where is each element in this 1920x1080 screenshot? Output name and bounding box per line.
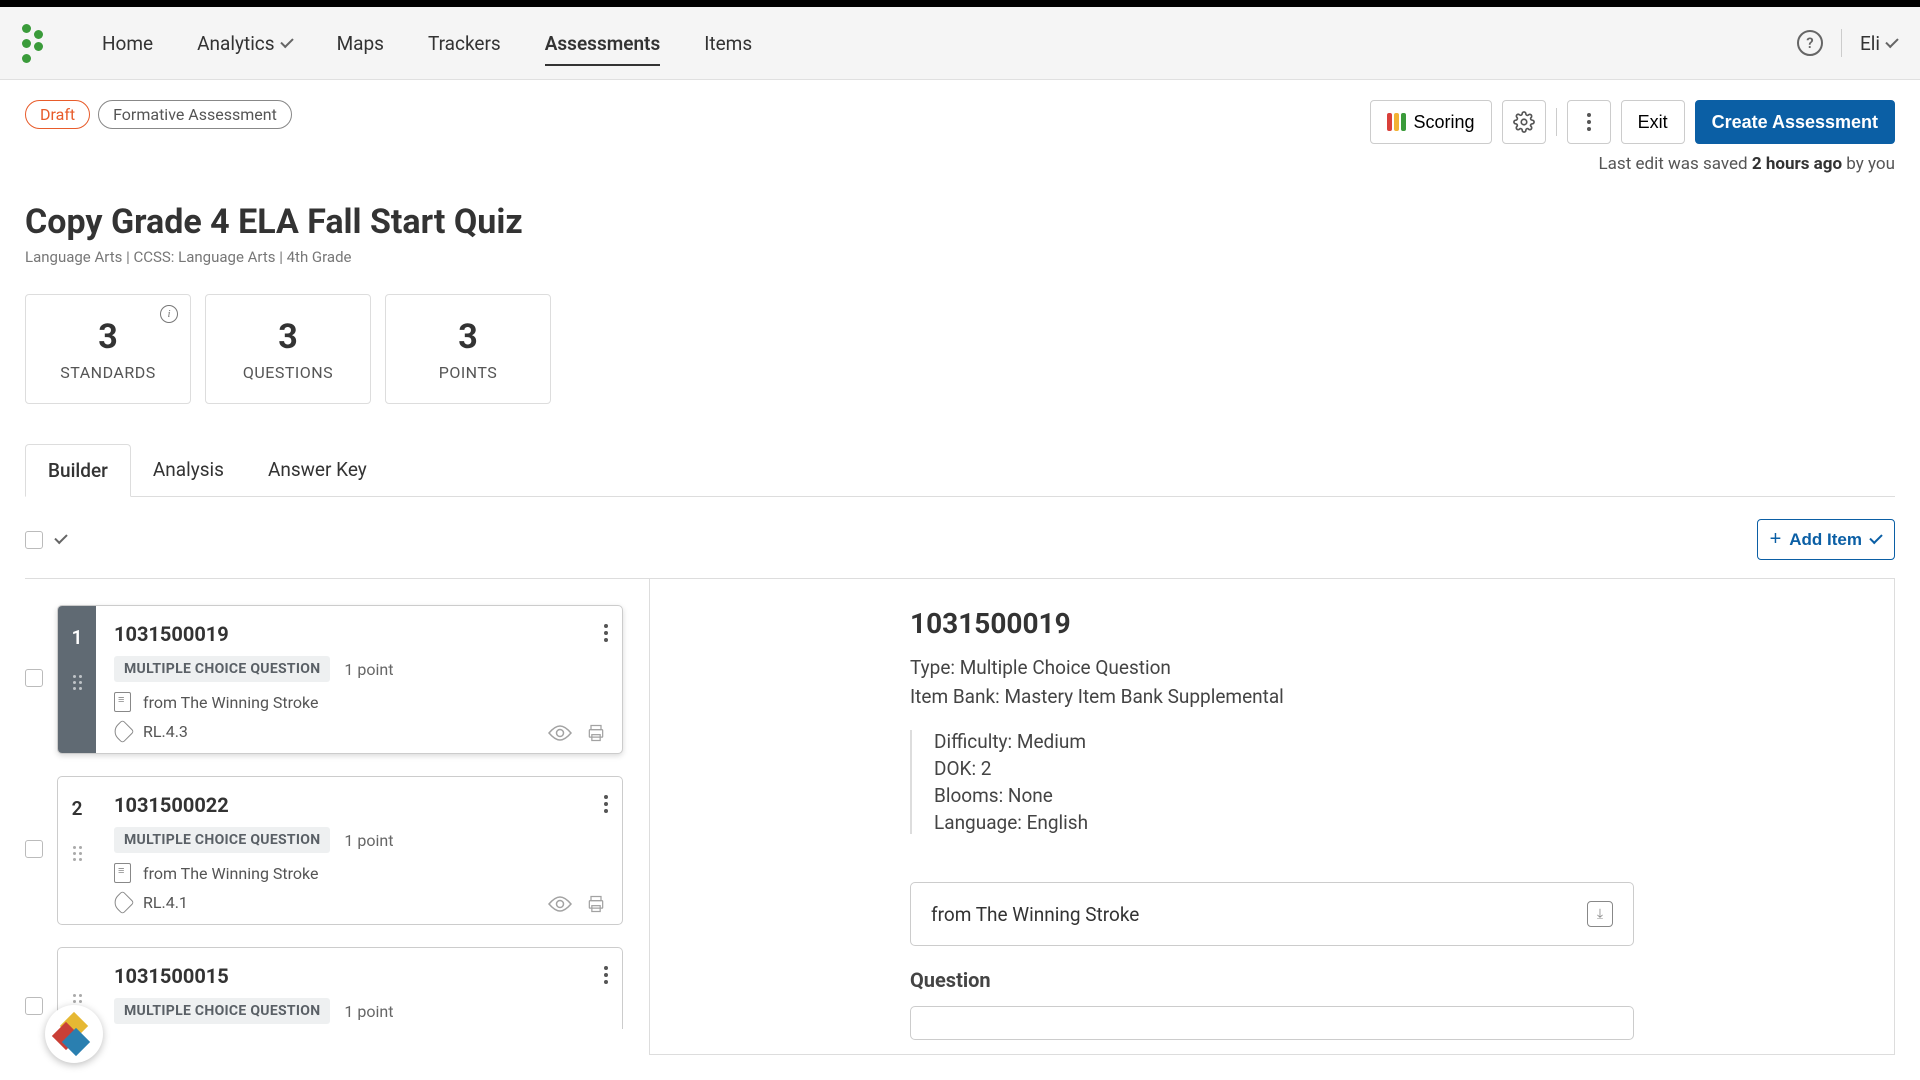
- passage-title: from The Winning Stroke: [931, 903, 1139, 926]
- points-value: 3: [458, 317, 478, 357]
- tab-builder[interactable]: Builder: [25, 444, 131, 497]
- tab-analysis[interactable]: Analysis: [131, 444, 246, 496]
- detail-dok: DOK: 2: [934, 757, 1634, 780]
- tag-icon: [110, 719, 134, 743]
- item-points: 1 point: [344, 1002, 393, 1021]
- item-checkbox[interactable]: [25, 840, 43, 858]
- item-id: 1031500015: [114, 964, 604, 988]
- item-card[interactable]: 1 1031500019 MULTIPLE CHOICE QUESTION 1 …: [57, 605, 623, 754]
- item-checkbox[interactable]: [25, 997, 43, 1015]
- item-card[interactable]: 2 1031500022 MULTIPLE CHOICE QUESTION 1 …: [57, 776, 623, 925]
- item-type-pill: MULTIPLE CHOICE QUESTION: [114, 827, 330, 853]
- nav-maps[interactable]: Maps: [315, 7, 406, 80]
- questions-card[interactable]: 3 QUESTIONS: [205, 294, 371, 404]
- nav-assessments[interactable]: Assessments: [523, 7, 682, 80]
- detail-blooms: Blooms: None: [934, 784, 1634, 807]
- nav-analytics-label: Analytics: [197, 32, 274, 55]
- item-list: 1 1031500019 MULTIPLE CHOICE QUESTION 1 …: [25, 579, 650, 1055]
- create-assessment-button[interactable]: Create Assessment: [1695, 100, 1895, 144]
- info-icon[interactable]: i: [160, 305, 178, 323]
- draft-badge: Draft: [25, 100, 90, 129]
- passage-box[interactable]: from The Winning Stroke ⤓: [910, 882, 1634, 946]
- item-menu-button[interactable]: [604, 624, 608, 642]
- standards-value: 3: [98, 317, 118, 357]
- scoring-label: Scoring: [1414, 112, 1475, 133]
- plus-icon: +: [1770, 528, 1782, 551]
- tag-icon: [110, 890, 134, 914]
- divider: [1841, 29, 1842, 57]
- scoring-bars-icon: [1387, 113, 1406, 131]
- item-standard: RL.4.1: [143, 893, 188, 912]
- top-nav: Home Analytics Maps Trackers Assessments…: [0, 7, 1920, 80]
- add-item-label: Add Item: [1789, 530, 1862, 550]
- preview-icon[interactable]: [548, 894, 572, 914]
- detail-id: 1031500019: [910, 607, 1634, 640]
- item-points: 1 point: [344, 660, 393, 679]
- questions-value: 3: [278, 317, 298, 357]
- item-points: 1 point: [344, 831, 393, 850]
- drag-handle-icon[interactable]: [73, 675, 82, 690]
- select-all-checkbox[interactable]: [25, 531, 43, 549]
- question-heading: Question: [910, 968, 1634, 992]
- nav-trackers[interactable]: Trackers: [406, 7, 523, 80]
- more-actions-button[interactable]: [1567, 100, 1611, 144]
- item-standard: RL.4.3: [143, 722, 188, 741]
- item-passage: from The Winning Stroke: [143, 693, 318, 712]
- item-checkbox[interactable]: [25, 669, 43, 687]
- item-menu-button[interactable]: [604, 966, 608, 984]
- standards-label: STANDARDS: [60, 363, 155, 382]
- item-id: 1031500022: [114, 793, 604, 817]
- detail-bank: Item Bank: Mastery Item Bank Supplementa…: [910, 685, 1634, 708]
- detail-type: Type: Multiple Choice Question: [910, 656, 1634, 679]
- page-title: Copy Grade 4 ELA Fall Start Quiz: [25, 202, 1895, 242]
- divider: [1556, 108, 1557, 136]
- item-card[interactable]: 1031500015 MULTIPLE CHOICE QUESTION 1 po…: [57, 947, 623, 1029]
- assessment-type-badge: Formative Assessment: [98, 100, 292, 129]
- chevron-down-icon: [1885, 34, 1898, 47]
- detail-language: Language: English: [934, 811, 1634, 834]
- points-label: POINTS: [439, 363, 498, 382]
- floating-help-widget[interactable]: [45, 1005, 103, 1063]
- exit-button[interactable]: Exit: [1621, 100, 1685, 144]
- item-menu-button[interactable]: [604, 795, 608, 813]
- questions-label: QUESTIONS: [243, 363, 333, 382]
- help-icon[interactable]: ?: [1797, 30, 1823, 56]
- user-menu[interactable]: Eli: [1860, 32, 1898, 55]
- print-icon[interactable]: [584, 894, 608, 914]
- nav-items[interactable]: Items: [682, 7, 774, 80]
- detail-difficulty: Difficulty: Medium: [934, 730, 1634, 753]
- item-id: 1031500019: [114, 622, 604, 646]
- expand-icon[interactable]: ⤓: [1587, 901, 1613, 927]
- add-item-button[interactable]: + Add Item: [1757, 519, 1895, 560]
- points-card[interactable]: 3 POINTS: [385, 294, 551, 404]
- user-name: Eli: [1860, 32, 1880, 55]
- item-type-pill: MULTIPLE CHOICE QUESTION: [114, 998, 330, 1024]
- last-edit-text: Last edit was saved 2 hours ago by you: [1370, 154, 1895, 174]
- gear-icon: [1513, 111, 1535, 133]
- nav-analytics[interactable]: Analytics: [175, 7, 314, 80]
- kebab-icon: [1587, 113, 1591, 131]
- drag-handle-icon[interactable]: [73, 846, 82, 861]
- item-detail-panel: 1031500019 Type: Multiple Choice Questio…: [650, 579, 1895, 1055]
- preview-icon[interactable]: [548, 723, 572, 743]
- print-icon[interactable]: [584, 723, 608, 743]
- chevron-down-icon: [1869, 531, 1882, 544]
- question-box: [910, 1006, 1634, 1040]
- scoring-button[interactable]: Scoring: [1370, 100, 1492, 144]
- item-number: 1: [58, 606, 96, 753]
- item-type-pill: MULTIPLE CHOICE QUESTION: [114, 656, 330, 682]
- page-meta: Language Arts | CCSS: Language Arts | 4t…: [25, 248, 1895, 266]
- settings-button[interactable]: [1502, 100, 1546, 144]
- chevron-down-icon[interactable]: [54, 531, 67, 544]
- nav-home[interactable]: Home: [80, 7, 175, 80]
- item-passage: from The Winning Stroke: [143, 864, 318, 883]
- document-icon: [114, 692, 131, 712]
- item-number: 2: [58, 777, 96, 924]
- tab-answer-key[interactable]: Answer Key: [246, 444, 389, 496]
- section-tabs: Builder Analysis Answer Key: [25, 444, 1895, 497]
- standards-card[interactable]: i 3 STANDARDS: [25, 294, 191, 404]
- chevron-down-icon: [280, 34, 293, 47]
- document-icon: [114, 863, 131, 883]
- app-logo[interactable]: [22, 24, 52, 63]
